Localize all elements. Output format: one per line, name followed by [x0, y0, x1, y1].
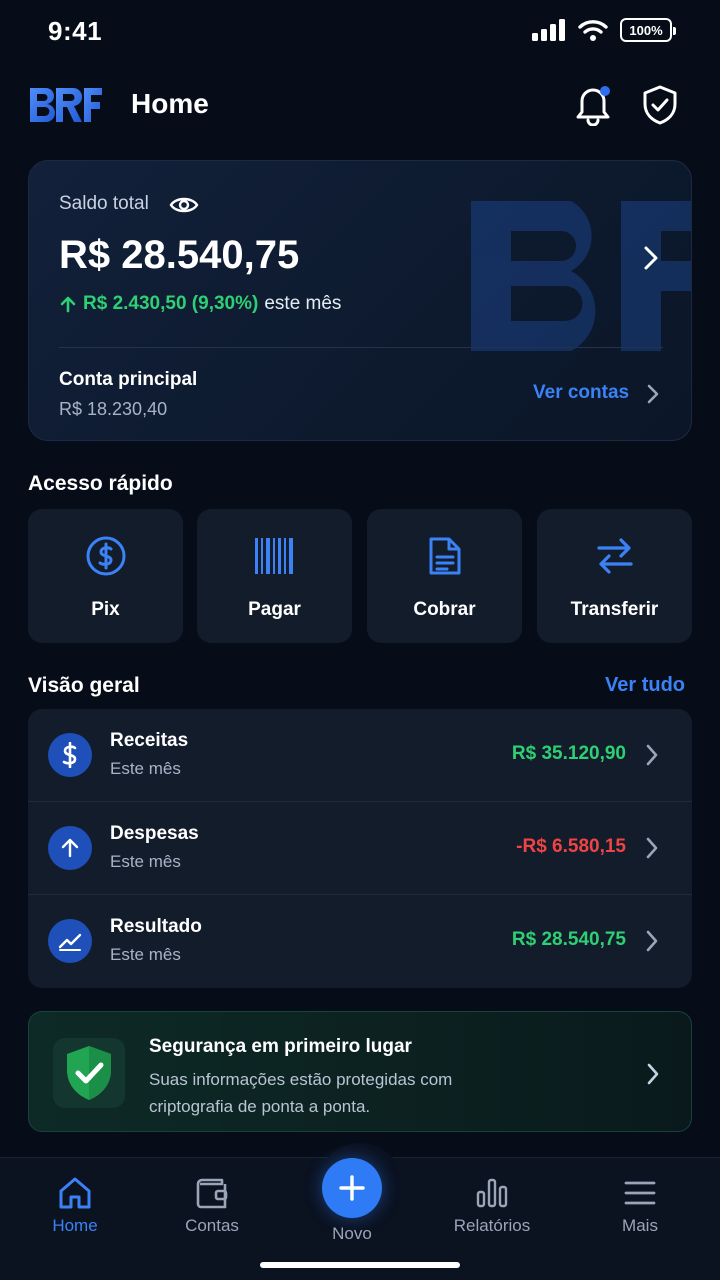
overview-row-despesas[interactable]: Despesas Este mês -R$ 6.580,15: [28, 801, 692, 894]
overview-row-resultado[interactable]: Resultado Este mês R$ 28.540,75: [28, 894, 692, 987]
wifi-icon: [578, 20, 608, 41]
chevron-right-icon[interactable]: [644, 743, 660, 767]
quick-access-title: Acesso rápido: [28, 472, 173, 495]
balance-card[interactable]: Saldo total R$ 28.540,75 R$ 2.430,50 (9,…: [28, 160, 692, 441]
overview-row-value: -R$ 6.580,15: [516, 836, 626, 857]
nav-label: Relatórios: [453, 1216, 531, 1235]
see-accounts-link[interactable]: Ver contas: [533, 382, 629, 404]
wallet-icon: [196, 1178, 228, 1209]
balance-value: R$ 28.540,75: [59, 233, 300, 277]
new-button[interactable]: [322, 1158, 382, 1218]
nav-reports[interactable]: Relatórios: [432, 1176, 552, 1236]
nav-more[interactable]: Mais: [580, 1176, 700, 1236]
status-icons: 100%: [532, 18, 676, 42]
nav-label: Contas: [185, 1216, 239, 1235]
overview-card: Receitas Este mês R$ 35.120,90 Despesas …: [28, 709, 692, 988]
quick-action-label: Pix: [91, 599, 120, 620]
see-all-link[interactable]: Ver tudo: [605, 674, 685, 697]
logo-watermark-icon: [471, 201, 691, 351]
chevron-right-icon[interactable]: [641, 245, 661, 271]
overview-row-receitas[interactable]: Receitas Este mês R$ 35.120,90: [28, 709, 692, 802]
document-icon: [429, 537, 460, 575]
brand-logo[interactable]: [28, 86, 104, 124]
overview-row-period: Este mês: [110, 759, 181, 778]
security-banner[interactable]: Segurança em primeiro lugar Suas informa…: [28, 1011, 692, 1132]
nav-accounts[interactable]: Contas: [152, 1176, 272, 1236]
quick-action-label: Cobrar: [413, 599, 476, 620]
quick-action-label: Transferir: [570, 599, 659, 620]
status-time: 9:41: [48, 16, 103, 46]
page-title: Home: [131, 88, 209, 119]
account-value: R$ 18.230,40: [59, 399, 168, 419]
barcode-icon: [254, 538, 293, 574]
arrow-up-icon: [60, 296, 76, 313]
bar-chart-icon: [476, 1178, 508, 1208]
arrow-up-icon: [48, 826, 92, 870]
balance-label: Saldo total: [59, 193, 149, 214]
nav-label: Mais: [622, 1216, 658, 1235]
quick-action-label: Pagar: [248, 599, 301, 620]
battery-icon: 100%: [620, 18, 676, 42]
quick-action-cobrar[interactable]: Cobrar: [367, 509, 522, 643]
menu-icon: [624, 1181, 656, 1205]
security-shield-badge: [53, 1038, 125, 1108]
quick-action-transferir[interactable]: Transferir: [537, 509, 692, 643]
account-label: Conta principal: [59, 369, 198, 390]
overview-row-name: Resultado: [110, 916, 202, 937]
balance-change-period: este mês: [264, 293, 342, 314]
chevron-right-icon[interactable]: [644, 929, 660, 953]
signal-icon: [532, 19, 565, 41]
security-description: Suas informações estão protegidas com cr…: [149, 1070, 453, 1116]
dollar-icon: [48, 733, 92, 777]
transfer-arrows-icon: [596, 538, 633, 574]
balance-change-amount: R$ 2.430,50 (9,30%): [83, 293, 259, 314]
home-indicator: [260, 1262, 460, 1268]
chevron-right-icon[interactable]: [645, 1062, 661, 1086]
battery-level: 100%: [629, 22, 663, 38]
divider: [59, 347, 663, 348]
quick-action-pagar[interactable]: Pagar: [197, 509, 352, 643]
shield-check-icon[interactable]: [640, 84, 680, 126]
nav-home[interactable]: Home: [15, 1176, 135, 1236]
plus-icon: [339, 1175, 365, 1201]
overview-row-value: R$ 35.120,90: [511, 743, 626, 764]
trend-line-icon: [48, 919, 92, 963]
home-icon: [59, 1177, 91, 1209]
nav-label: Home: [52, 1216, 98, 1235]
chevron-right-icon[interactable]: [645, 383, 661, 405]
overview-row-name: Receitas: [110, 730, 189, 751]
shield-check-icon: [67, 1046, 111, 1100]
eye-icon[interactable]: [169, 193, 199, 217]
overview-row-name: Despesas: [110, 823, 199, 844]
quick-action-pix[interactable]: Pix: [28, 509, 183, 643]
nav-label: Novo: [332, 1224, 372, 1243]
overview-row-period: Este mês: [110, 852, 181, 871]
overview-title: Visão geral: [28, 674, 140, 697]
overview-row-value: R$ 28.540,75: [511, 929, 626, 950]
balance-change: R$ 2.430,50 (9,30%) este mês: [59, 293, 341, 315]
overview-row-period: Este mês: [110, 945, 181, 964]
notification-dot: [600, 86, 610, 96]
security-title: Segurança em primeiro lugar: [149, 1036, 412, 1057]
dollar-circle-icon: [86, 536, 125, 576]
chevron-right-icon[interactable]: [644, 836, 660, 860]
